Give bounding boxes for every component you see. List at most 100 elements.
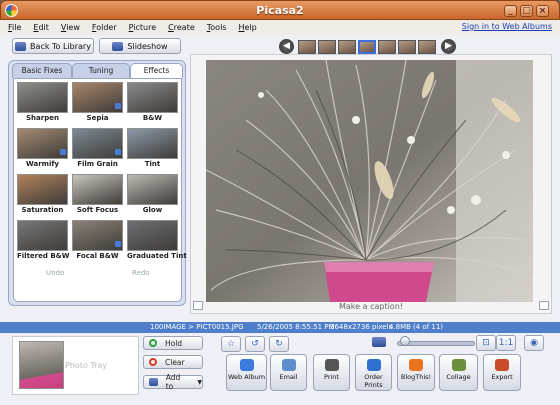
undo-button[interactable]: Undo — [46, 269, 64, 277]
print-icon — [324, 359, 339, 371]
effect-warmify[interactable]: Warmify — [17, 128, 68, 168]
add-to-label: Add to — [165, 373, 181, 391]
caption-right-toggle[interactable] — [539, 301, 549, 310]
effect-preview — [127, 128, 178, 159]
rotate-left-button[interactable]: ↺ — [245, 336, 265, 352]
previous-photo-button[interactable]: ◀ — [279, 39, 294, 54]
photo-viewer: ◀ ▶ Make a caption! — [190, 39, 552, 314]
tray-thumbnail[interactable] — [19, 341, 64, 389]
filmstrip-thumb[interactable] — [298, 40, 316, 54]
filmstrip-thumb-selected[interactable] — [358, 40, 376, 54]
photo-path: 100IMAGE > PICT0015.JPG — [150, 323, 244, 331]
effect-soft-focus[interactable]: Soft Focus — [72, 174, 123, 214]
slideshow-icon — [112, 41, 124, 51]
web-album-button[interactable]: Web Album — [226, 354, 267, 391]
effect-saturation[interactable]: Saturation — [17, 174, 68, 214]
export-button[interactable]: Export — [483, 354, 521, 391]
export-icon — [495, 359, 509, 371]
filmstrip-thumb[interactable] — [398, 40, 416, 54]
hold-label: Hold — [165, 338, 183, 348]
effect-badge-icon — [115, 103, 121, 109]
hold-button[interactable]: Hold — [143, 336, 203, 350]
back-to-library-label: Back To Library — [30, 41, 91, 51]
order-prints-button[interactable]: Order Prints — [355, 354, 392, 391]
collage-icon — [451, 359, 466, 371]
filmstrip-thumb[interactable] — [378, 40, 396, 54]
effect-glow[interactable]: Glow — [127, 174, 178, 214]
menu-tools[interactable]: Tools — [201, 23, 233, 32]
effect-filtered-bw[interactable]: Filtered B&W — [17, 220, 69, 260]
actual-size-button[interactable]: 1:1 — [496, 335, 516, 351]
menu-edit[interactable]: Edit — [27, 23, 55, 32]
photo-position: (4 of 11) — [413, 323, 444, 331]
collage-button[interactable]: Collage — [439, 354, 478, 391]
effects-grid: Sharpen Sepia B&W Warmify Film Grain Tin… — [13, 78, 187, 302]
star-button[interactable]: ☆ — [221, 336, 241, 352]
effect-sharpen[interactable]: Sharpen — [17, 82, 68, 122]
email-icon — [281, 359, 296, 371]
menu-help[interactable]: Help — [232, 23, 262, 32]
slideshow-label: Slideshow — [127, 41, 168, 51]
filmstrip-thumb[interactable] — [318, 40, 336, 54]
effect-graduated-tint[interactable]: Graduated Tint — [127, 220, 187, 260]
maximize-button[interactable]: □ — [520, 5, 533, 17]
zoom-icon — [372, 337, 386, 347]
blogthis-button[interactable]: BlogThis! — [397, 354, 435, 391]
effect-preview — [127, 220, 178, 251]
clear-label: Clear — [165, 357, 185, 367]
fit-view-button[interactable]: ⊡ — [476, 335, 496, 351]
filmstrip-thumb[interactable] — [338, 40, 356, 54]
slideshow-button[interactable]: Slideshow — [99, 38, 181, 54]
add-to-button[interactable]: Add to ▼ — [143, 373, 203, 391]
add-to-icon — [149, 378, 158, 386]
menu-file[interactable]: File — [2, 23, 27, 32]
main-photo — [206, 60, 533, 302]
photo-size: 4.8MB — [389, 323, 411, 331]
photo-info-bar: 100IMAGE > PICT0015.JPG 5/26/2005 8:55:5… — [0, 322, 560, 333]
effect-preview — [127, 174, 178, 205]
effect-badge-icon — [115, 149, 121, 155]
minimize-button[interactable]: _ — [504, 5, 517, 17]
effect-tint[interactable]: Tint — [127, 128, 178, 168]
menu-picture[interactable]: Picture — [123, 23, 163, 32]
clear-button[interactable]: Clear — [143, 355, 203, 369]
menu-view[interactable]: View — [55, 23, 86, 32]
photo-tray: Photo Tray — [12, 336, 139, 395]
effect-focal-bw[interactable]: Focal B&W — [72, 220, 123, 260]
rotate-right-button[interactable]: ↻ — [269, 336, 289, 352]
zoom-slider-knob[interactable] — [399, 336, 410, 346]
tab-effects[interactable]: Effects — [130, 63, 183, 78]
tab-basic-fixes[interactable]: Basic Fixes — [12, 63, 72, 78]
close-button[interactable]: × — [536, 5, 549, 17]
menu-create[interactable]: Create — [162, 23, 201, 32]
bottom-tray-area: Photo Tray Hold Clear Add to ▼ ☆ ↺ ↻ ⊡ 1… — [0, 333, 560, 405]
print-button[interactable]: Print — [313, 354, 350, 391]
dropdown-arrow-icon: ▼ — [197, 378, 202, 386]
blogger-icon — [409, 359, 423, 371]
sign-in-web-albums-link[interactable]: Sign in to Web Albums — [462, 22, 552, 31]
hold-icon — [149, 339, 157, 347]
clear-icon — [149, 358, 157, 366]
window-title: Picasa2 — [256, 4, 304, 17]
menu-folder[interactable]: Folder — [86, 23, 123, 32]
email-button[interactable]: Email — [270, 354, 307, 391]
caption-field[interactable]: Make a caption! — [191, 302, 551, 311]
effect-preview — [17, 82, 68, 113]
effect-bw[interactable]: B&W — [127, 82, 178, 122]
photo-tray-label: Photo Tray — [65, 361, 107, 370]
effect-preview — [72, 174, 123, 205]
order-prints-icon — [366, 359, 381, 371]
effect-sepia[interactable]: Sepia — [72, 82, 123, 122]
next-photo-button[interactable]: ▶ — [441, 39, 456, 54]
redo-button[interactable]: Redo — [132, 269, 150, 277]
faces-button[interactable]: ◉ — [524, 335, 544, 351]
back-to-library-button[interactable]: Back To Library — [12, 38, 94, 54]
photo-date: 5/26/2005 8:55:51 PM — [257, 323, 335, 331]
filmstrip-thumb[interactable] — [418, 40, 436, 54]
effect-film-grain[interactable]: Film Grain — [72, 128, 123, 168]
tab-tuning[interactable]: Tuning — [72, 63, 130, 78]
effect-preview — [17, 174, 68, 205]
web-album-icon — [239, 359, 254, 371]
effect-badge-icon — [115, 241, 121, 247]
photo-dimensions: 3648x2736 pixels — [330, 323, 393, 331]
